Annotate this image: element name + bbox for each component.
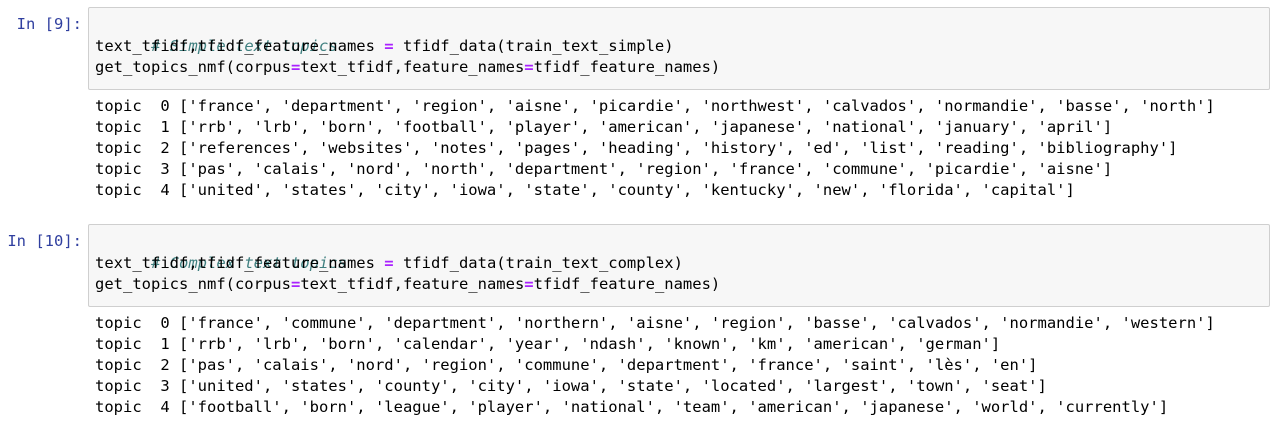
- code-token: text_tfidf,tfidf_feature_names: [95, 254, 385, 272]
- input-prompt: In [10]:: [7, 232, 82, 250]
- code-line-call: get_topics_nmf(corpus=text_tfidf,feature…: [95, 274, 720, 295]
- output-line: topic 1 ['rrb', 'lrb', 'born', 'football…: [95, 118, 1113, 136]
- code-token: get_topics_nmf(corpus: [95, 275, 291, 293]
- code-input-area[interactable]: # Complex text topics text_tfidf,tfidf_f…: [88, 224, 1270, 307]
- code-token: tfidf_feature_names): [533, 58, 721, 76]
- code-line-assignment: text_tfidf,tfidf_feature_names = tfidf_d…: [95, 253, 683, 274]
- code-operator: =: [384, 37, 394, 55]
- code-input-area[interactable]: # Simple text topics text_tfidf,tfidf_fe…: [88, 7, 1270, 90]
- code-cell-9[interactable]: In [9]: # Simple text topics text_tfidf,…: [0, 0, 1270, 210]
- code-operator: =: [384, 254, 394, 272]
- output-line: topic 3 ['pas', 'calais', 'nord', 'north…: [95, 160, 1113, 178]
- output-line: topic 2 ['references', 'websites', 'note…: [95, 139, 1178, 157]
- output-line: topic 4 ['football', 'born', 'league', '…: [95, 398, 1169, 416]
- code-token: get_topics_nmf(corpus: [95, 58, 291, 76]
- code-line-comment: # Simple text topics: [95, 15, 338, 55]
- code-operator: =: [524, 275, 534, 293]
- output-line: topic 1 ['rrb', 'lrb', 'born', 'calendar…: [95, 335, 1001, 353]
- code-token: tfidf_data(train_text_simple): [393, 37, 674, 55]
- code-token: tfidf_data(train_text_complex): [393, 254, 683, 272]
- output-line: topic 3 ['united', 'states', 'county', '…: [95, 377, 1047, 395]
- code-operator: =: [290, 58, 301, 76]
- code-cell-10[interactable]: In [10]: # Complex text topics text_tfid…: [0, 217, 1270, 428]
- output-line: topic 2 ['pas', 'calais', 'nord', 'regio…: [95, 356, 1038, 374]
- code-token: text_tfidf,feature_names: [300, 275, 525, 293]
- output-line: topic 4 ['united', 'states', 'city', 'io…: [95, 181, 1075, 199]
- code-token: text_tfidf,tfidf_feature_names: [95, 37, 385, 55]
- code-operator: =: [524, 58, 534, 76]
- input-prompt: In [9]:: [16, 15, 82, 33]
- code-line-assignment: text_tfidf,tfidf_feature_names = tfidf_d…: [95, 36, 674, 57]
- output-line: topic 0 ['france', 'department', 'region…: [95, 97, 1215, 115]
- code-line-comment: # Complex text topics: [95, 232, 347, 272]
- code-token: text_tfidf,feature_names: [300, 58, 525, 76]
- output-line: topic 0 ['france', 'commune', 'departmen…: [95, 314, 1215, 332]
- code-line-call: get_topics_nmf(corpus=text_tfidf,feature…: [95, 57, 720, 78]
- code-operator: =: [290, 275, 301, 293]
- code-token: tfidf_feature_names): [533, 275, 721, 293]
